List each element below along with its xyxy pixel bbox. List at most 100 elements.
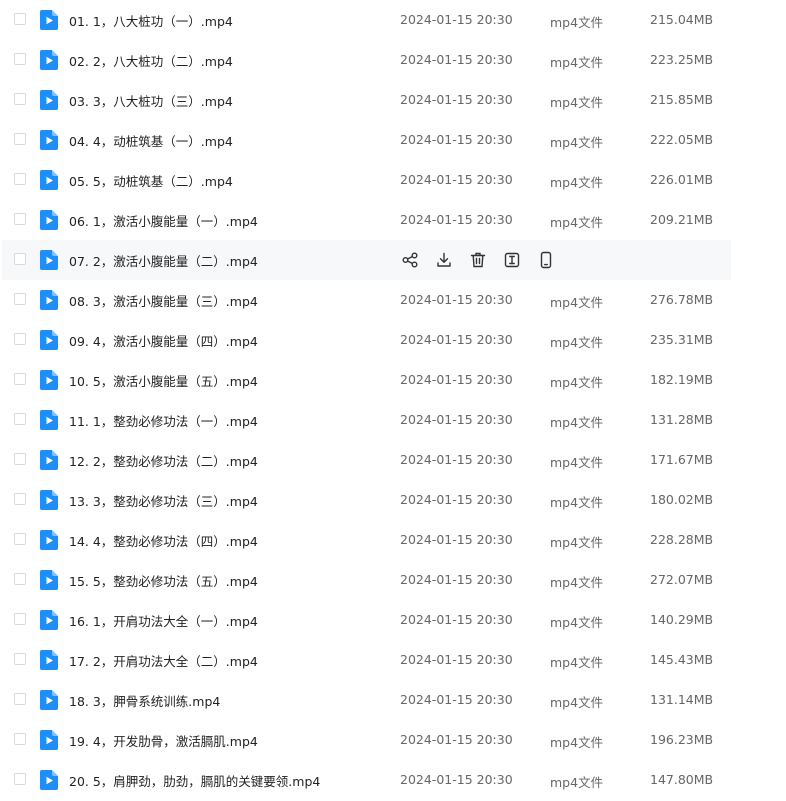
file-name[interactable]: 07. 2，激活小腹能量（二）.mp4 — [69, 251, 258, 270]
file-size: 140.29MB — [650, 612, 714, 627]
share-icon[interactable] — [400, 250, 420, 270]
file-date: 2024-01-15 20:30 — [400, 132, 513, 147]
file-type: mp4文件 — [550, 495, 604, 510]
file-name[interactable]: 11. 1，整劲必修功法（一）.mp4 — [69, 411, 258, 430]
file-name[interactable]: 05. 5，动桩筑基（二）.mp4 — [69, 171, 233, 190]
row-checkbox[interactable] — [14, 453, 26, 465]
file-row[interactable]: 04. 4，动桩筑基（一）.mp4 2024-01-15 20:30 mp4文件 22… — [2, 120, 731, 160]
file-name[interactable]: 19. 4，开发肋骨，激活膈肌.mp4 — [69, 731, 258, 750]
row-checkbox[interactable] — [14, 693, 26, 705]
file-size: 215.04MB — [650, 12, 714, 27]
video-file-icon — [40, 170, 58, 190]
video-file-icon — [40, 610, 58, 630]
row-checkbox[interactable] — [14, 173, 26, 185]
file-row[interactable]: 20. 5，肩胛劲，肋劲，膈肌的关键要领.mp4 2024-01-15 20:30… — [2, 760, 731, 800]
row-checkbox[interactable] — [14, 373, 26, 385]
row-checkbox[interactable] — [14, 613, 26, 625]
file-name[interactable]: 03. 3，八大桩功（三）.mp4 — [69, 91, 233, 110]
file-name[interactable]: 02. 2，八大桩功（二）.mp4 — [69, 51, 233, 70]
row-checkbox[interactable] — [14, 533, 26, 545]
row-checkbox[interactable] — [14, 573, 26, 585]
row-checkbox[interactable] — [14, 93, 26, 105]
row-checkbox[interactable] — [14, 133, 26, 145]
row-checkbox[interactable] — [14, 493, 26, 505]
file-size: 272.07MB — [650, 572, 714, 587]
file-row[interactable]: 14. 4，整劲必修功法（四）.mp4 2024-01-15 20:30 mp4文件… — [2, 520, 731, 560]
file-name[interactable]: 01. 1，八大桩功（一）.mp4 — [69, 11, 233, 30]
file-row[interactable]: 16. 1，开肩功法大全（一）.mp4 2024-01-15 20:30 mp4文件… — [2, 600, 731, 640]
row-checkbox[interactable] — [14, 213, 26, 225]
file-size: 147.80MB — [650, 772, 714, 787]
file-date: 2024-01-15 20:30 — [400, 12, 513, 27]
file-name[interactable]: 15. 5，整劲必修功法（五）.mp4 — [69, 571, 258, 590]
file-name[interactable]: 04. 4，动桩筑基（一）.mp4 — [69, 131, 233, 150]
mobile-icon[interactable] — [536, 250, 556, 270]
file-name[interactable]: 13. 3，整劲必修功法（三）.mp4 — [69, 491, 258, 510]
file-type: mp4文件 — [550, 535, 604, 550]
file-size: 276.78MB — [650, 292, 714, 307]
row-checkbox[interactable] — [14, 413, 26, 425]
file-date: 2024-01-15 20:30 — [400, 372, 513, 387]
file-size: 180.02MB — [650, 492, 714, 507]
file-type: mp4文件 — [550, 695, 604, 710]
file-type: mp4文件 — [550, 15, 604, 30]
file-row[interactable]: 06. 1，激活小腹能量（一）.mp4 2024-01-15 20:30 mp4文件… — [2, 200, 731, 240]
file-type: mp4文件 — [550, 135, 604, 150]
file-size: 215.85MB — [650, 92, 714, 107]
row-checkbox[interactable] — [14, 13, 26, 25]
file-name[interactable]: 16. 1，开肩功法大全（一）.mp4 — [69, 611, 258, 630]
video-file-icon — [40, 210, 58, 230]
video-file-icon — [40, 130, 58, 150]
file-name[interactable]: 17. 2，开肩功法大全（二）.mp4 — [69, 651, 258, 670]
row-checkbox[interactable] — [14, 333, 26, 345]
file-date: 2024-01-15 20:30 — [400, 612, 513, 627]
file-size: 171.67MB — [650, 452, 714, 467]
file-row[interactable]: 07. 2，激活小腹能量（二）.mp4 — [2, 240, 731, 280]
video-file-icon — [40, 770, 58, 790]
file-type: mp4文件 — [550, 295, 604, 310]
file-date: 2024-01-15 20:30 — [400, 212, 513, 227]
video-file-icon — [40, 570, 58, 590]
download-icon[interactable] — [434, 250, 454, 270]
file-name[interactable]: 20. 5，肩胛劲，肋劲，膈肌的关键要领.mp4 — [69, 771, 320, 790]
file-row[interactable]: 02. 2，八大桩功（二）.mp4 2024-01-15 20:30 mp4文件 22… — [2, 40, 731, 80]
file-row[interactable]: 12. 2，整劲必修功法（二）.mp4 2024-01-15 20:30 mp4文件… — [2, 440, 731, 480]
file-name[interactable]: 12. 2，整劲必修功法（二）.mp4 — [69, 451, 258, 470]
row-checkbox[interactable] — [14, 293, 26, 305]
video-file-icon — [40, 690, 58, 710]
video-file-icon — [40, 650, 58, 670]
row-checkbox[interactable] — [14, 773, 26, 785]
file-name[interactable]: 14. 4，整劲必修功法（四）.mp4 — [69, 531, 258, 550]
file-row[interactable]: 19. 4，开发肋骨，激活膈肌.mp4 2024-01-15 20:30 mp4文件… — [2, 720, 731, 760]
file-name[interactable]: 18. 3，胛骨系统训练.mp4 — [69, 691, 220, 710]
file-row[interactable]: 17. 2，开肩功法大全（二）.mp4 2024-01-15 20:30 mp4文件… — [2, 640, 731, 680]
file-name[interactable]: 10. 5，激活小腹能量（五）.mp4 — [69, 371, 258, 390]
row-checkbox[interactable] — [14, 653, 26, 665]
rename-icon[interactable] — [502, 250, 522, 270]
file-type: mp4文件 — [550, 575, 604, 590]
file-date: 2024-01-15 20:30 — [400, 52, 513, 67]
file-type: mp4文件 — [550, 55, 604, 70]
file-row[interactable]: 03. 3，八大桩功（三）.mp4 2024-01-15 20:30 mp4文件 21… — [2, 80, 731, 120]
file-row[interactable]: 01. 1，八大桩功（一）.mp4 2024-01-15 20:30 mp4文件 21… — [2, 0, 731, 40]
file-row[interactable]: 05. 5，动桩筑基（二）.mp4 2024-01-15 20:30 mp4文件 22… — [2, 160, 731, 200]
file-date: 2024-01-15 20:30 — [400, 572, 513, 587]
file-row[interactable]: 18. 3，胛骨系统训练.mp4 2024-01-15 20:30 mp4文件 131… — [2, 680, 731, 720]
file-name[interactable]: 09. 4，激活小腹能量（四）.mp4 — [69, 331, 258, 350]
file-row[interactable]: 11. 1，整劲必修功法（一）.mp4 2024-01-15 20:30 mp4文件… — [2, 400, 731, 440]
file-size: 235.31MB — [650, 332, 714, 347]
file-row[interactable]: 08. 3，激活小腹能量（三）.mp4 2024-01-15 20:30 mp4文件… — [2, 280, 731, 320]
file-row[interactable]: 15. 5，整劲必修功法（五）.mp4 2024-01-15 20:30 mp4文件… — [2, 560, 731, 600]
video-file-icon — [40, 50, 58, 70]
file-row[interactable]: 10. 5，激活小腹能量（五）.mp4 2024-01-15 20:30 mp4文件… — [2, 360, 731, 400]
row-checkbox[interactable] — [14, 53, 26, 65]
row-checkbox[interactable] — [14, 733, 26, 745]
file-type: mp4文件 — [550, 335, 604, 350]
file-row[interactable]: 13. 3，整劲必修功法（三）.mp4 2024-01-15 20:30 mp4文件… — [2, 480, 731, 520]
file-row[interactable]: 09. 4，激活小腹能量（四）.mp4 2024-01-15 20:30 mp4文件… — [2, 320, 731, 360]
file-name[interactable]: 08. 3，激活小腹能量（三）.mp4 — [69, 291, 258, 310]
row-checkbox[interactable] — [14, 253, 26, 265]
file-name[interactable]: 06. 1，激活小腹能量（一）.mp4 — [69, 211, 258, 230]
file-date: 2024-01-15 20:30 — [400, 692, 513, 707]
delete-icon[interactable] — [468, 250, 488, 270]
